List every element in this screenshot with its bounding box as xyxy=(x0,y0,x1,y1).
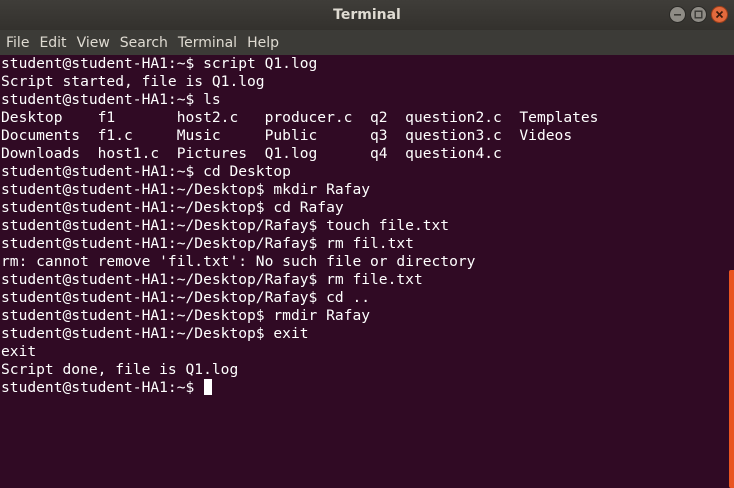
minimize-icon xyxy=(674,14,681,16)
terminal-line: student@student-HA1:~/Desktop$ exit xyxy=(1,325,309,342)
menu-bar: File Edit View Search Terminal Help xyxy=(0,30,734,55)
maximize-icon xyxy=(694,10,703,19)
close-icon xyxy=(715,10,724,19)
close-button[interactable] xyxy=(711,6,728,23)
menu-terminal[interactable]: Terminal xyxy=(178,35,244,51)
terminal-line: rm: cannot remove 'fil.txt': No such fil… xyxy=(1,253,476,270)
terminal-line: student@student-HA1:~/Desktop/Rafay$ rm … xyxy=(1,271,423,288)
menu-file[interactable]: File xyxy=(6,35,36,51)
terminal-line: student@student-HA1:~/Desktop$ rmdir Raf… xyxy=(1,307,371,324)
terminal-line: student@student-HA1:~/Desktop$ cd Rafay xyxy=(1,199,344,216)
terminal-line: Documents f1.c Music Public q3 question3… xyxy=(1,127,573,144)
title-bar[interactable]: Terminal xyxy=(0,0,734,30)
menu-help[interactable]: Help xyxy=(247,35,286,51)
terminal-line: student@student-HA1:~/Desktop$ mkdir Raf… xyxy=(1,181,371,198)
text-cursor xyxy=(204,379,213,395)
scrollbar[interactable] xyxy=(729,55,734,488)
terminal-line: exit xyxy=(1,343,37,360)
terminal-line: Script started, file is Q1.log xyxy=(1,73,265,90)
terminal-window: Terminal File Edit View Search Terminal … xyxy=(0,0,734,488)
maximize-button[interactable] xyxy=(690,6,707,23)
terminal-line: student@student-HA1:~$ ls xyxy=(1,91,221,108)
scrollbar-thumb[interactable] xyxy=(729,270,734,488)
menu-edit[interactable]: Edit xyxy=(39,35,73,51)
window-controls xyxy=(669,6,728,23)
terminal-line: student@student-HA1:~/Desktop/Rafay$ tou… xyxy=(1,217,450,234)
terminal-line: Downloads host1.c Pictures Q1.log q4 que… xyxy=(1,145,502,162)
terminal-output[interactable]: student@student-HA1:~$ script Q1.log Scr… xyxy=(0,55,734,488)
terminal-line: student@student-HA1:~$ cd Desktop xyxy=(1,163,291,180)
terminal-prompt-line[interactable]: student@student-HA1:~$ xyxy=(0,379,734,397)
terminal-prompt: student@student-HA1:~$ xyxy=(1,379,204,396)
terminal-line: student@student-HA1:~$ script Q1.log xyxy=(1,55,318,72)
menu-view[interactable]: View xyxy=(77,35,117,51)
terminal-line: Script done, file is Q1.log xyxy=(1,361,239,378)
terminal-line: student@student-HA1:~/Desktop/Rafay$ cd … xyxy=(1,289,371,306)
window-title: Terminal xyxy=(333,7,401,23)
menu-search[interactable]: Search xyxy=(120,35,175,51)
terminal-line: Desktop f1 host2.c producer.c q2 questio… xyxy=(1,109,599,126)
terminal-line: student@student-HA1:~/Desktop/Rafay$ rm … xyxy=(1,235,414,252)
minimize-button[interactable] xyxy=(669,6,686,23)
